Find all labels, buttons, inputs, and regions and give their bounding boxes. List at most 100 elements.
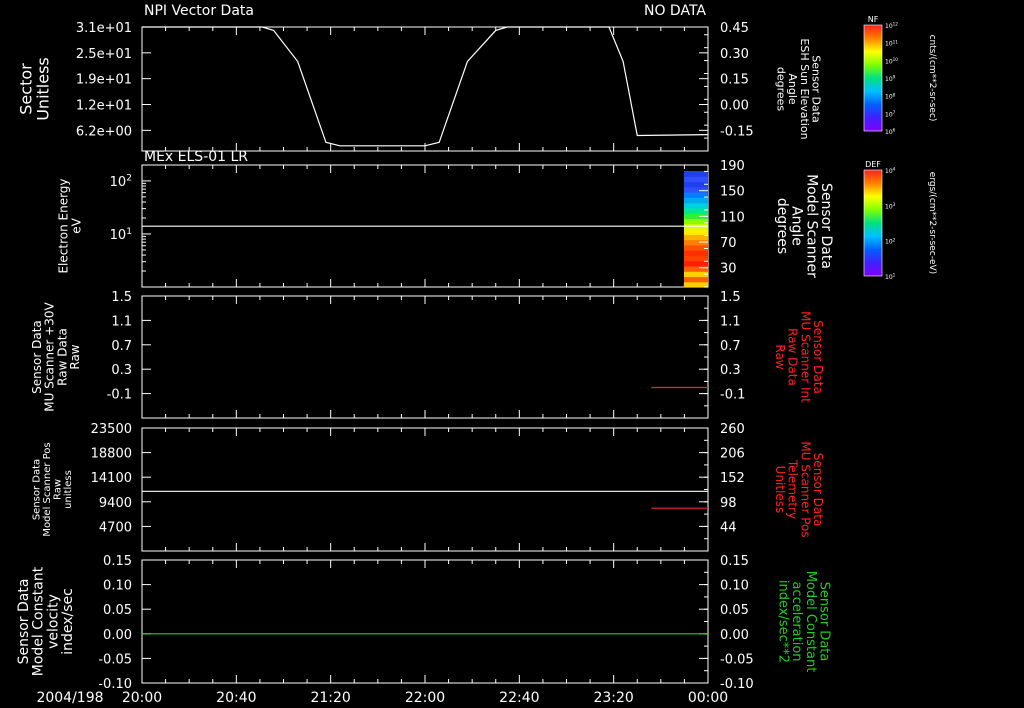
plot-canvas: 3.1e+01 2.5e+01 1.9e+01 1.2e+01 6.2e+00 0.45 0…: [16, 3, 937, 706]
colorbar-title: DEF: [865, 160, 881, 169]
right-tick-label: 152: [720, 471, 745, 486]
left-axis-label: Model Scanner Pos: [42, 442, 53, 536]
right-tick-label: 0.7: [720, 339, 741, 354]
spectrogram-cell: [683, 186, 708, 193]
right-tick-label: 150: [720, 185, 745, 200]
right-tick-label: 190: [720, 159, 745, 174]
right-tick-label: 0.15: [720, 554, 749, 569]
x-date-label: 2004/198: [36, 690, 103, 706]
panel1-status: NO DATA: [644, 3, 706, 19]
left-tick-label: 0.05: [103, 603, 132, 618]
x-tick-label: 00:00: [688, 690, 728, 706]
panel-frame: [141, 427, 709, 552]
x-tick-label: 22:00: [405, 690, 445, 706]
panel2-title: MEx ELS-01 LR: [144, 149, 248, 165]
right-tick-label: 0.3: [720, 363, 741, 378]
spectrogram-cell: [683, 255, 708, 262]
right-tick-label: 0.30: [720, 47, 749, 62]
left-tick-label: 18800: [91, 447, 132, 462]
right-axis-label: Raw: [773, 344, 787, 369]
left-tick-label: 101: [110, 227, 132, 243]
right-tick-label: 1.5: [720, 290, 741, 305]
left-tick-label: 1.9e+01: [76, 73, 132, 88]
panel-4: 23500 18800 14100 9400 4700 260 206 152 98 44 Sens…: [31, 422, 825, 552]
right-tick-label: 206: [720, 447, 745, 462]
panel-frame: [141, 559, 709, 684]
spectrogram-cell: [683, 202, 708, 209]
right-axis-label: Sensor Data: [818, 183, 834, 269]
colorbar-tick-label: 102: [885, 237, 896, 245]
right-axis-label: Model Scanner: [803, 174, 819, 278]
colorbar-unit-label: ergs/(cm**2-sr-sec-eV): [927, 172, 937, 274]
left-tick-label: 1.1: [111, 314, 132, 329]
colorbar-tick-label: 108: [885, 92, 896, 100]
spectrogram-cell: [683, 276, 708, 283]
right-tick-label: 260: [720, 422, 745, 437]
left-tick-label: 102: [110, 174, 132, 190]
panel-2: 1021011901501107030Electron EnergyeV Sens…: [57, 159, 834, 288]
left-axis-label: Model Constant: [31, 566, 47, 676]
spectrogram-cell: [683, 244, 708, 251]
left-tick-label: -0.1: [107, 388, 132, 403]
spectrogram-cell: [683, 250, 708, 256]
colorbar-tick-label: 104: [885, 167, 896, 175]
right-tick-label: 0.00: [720, 99, 749, 114]
left-axis-label: Sensor Data: [16, 579, 32, 665]
colorbar-def: DEF 104 103 102 101 ergs/(cm**2-sr-sec-eV): [863, 160, 937, 281]
right-tick-label: -0.05: [720, 652, 754, 667]
right-tick-label: 0.10: [720, 579, 749, 594]
colorbar-nf: NF 1012 1011 1010 109 108 107 106 cnts/(cm**2-sr…: [863, 15, 937, 136]
right-tick-label: -0.1: [720, 388, 745, 403]
colorbar-rect: [863, 169, 883, 277]
spectrogram-cell: [683, 207, 708, 214]
right-tick-label: -0.15: [720, 124, 754, 139]
spectrogram-cell: [683, 265, 708, 272]
left-tick-label: 23500: [91, 422, 132, 437]
colorbar-tick-label: 1011: [885, 39, 898, 47]
right-tick-label: 70: [720, 236, 737, 251]
colorbar-tick-label: 106: [885, 128, 896, 136]
right-axis-label: Angle: [789, 206, 805, 246]
left-tick-label: 3.1e+01: [76, 21, 132, 36]
right-tick-label: 98: [720, 496, 737, 511]
x-tick-label: 21:20: [310, 690, 350, 706]
x-tick-label: 20:40: [216, 690, 256, 706]
colorbar-tick-label: 103: [885, 202, 896, 210]
right-tick-label: 30: [720, 262, 737, 277]
left-tick-label: 9400: [99, 496, 132, 511]
left-axis-label: velocity: [45, 594, 61, 649]
right-tick-label: 1.1: [720, 314, 741, 329]
colorbar-tick-label: 1010: [885, 57, 898, 65]
panel-3: 1.51.10.70.3-0.11.51.10.70.3-0.1Sensor D…: [30, 290, 825, 419]
data-line: [142, 26, 709, 147]
spectrogram-cell: [683, 176, 708, 183]
right-axis-label: degrees: [775, 67, 788, 112]
panel1-title: NPI Vector Data: [144, 3, 254, 19]
left-axis-label: unitless: [63, 470, 74, 509]
left-axis-label: Raw: [68, 344, 82, 369]
left-axis-label: index/sec: [60, 588, 76, 655]
panel-1: 3.1e+01 2.5e+01 1.9e+01 1.2e+01 6.2e+00 0.45 0…: [17, 21, 822, 152]
left-axis-label: Raw: [52, 479, 63, 500]
x-tick-label: 20:00: [122, 690, 162, 706]
panel-5: 0.150.100.050.00-0.05-0.100.150.100.050.…: [16, 554, 832, 692]
right-tick-label: 44: [720, 520, 737, 535]
left-tick-label: 0.00: [103, 628, 132, 643]
right-tick-label: 0.05: [720, 603, 749, 618]
colorbar-title: NF: [868, 15, 879, 24]
panel-frame: [141, 26, 709, 152]
spectrogram-cell: [683, 197, 708, 204]
panel-frame: [141, 295, 709, 419]
left-tick-label: 1.5: [111, 290, 132, 305]
right-axis-label: index/sec**2: [776, 580, 791, 663]
left-tick-label: 4700: [99, 520, 132, 535]
left-tick-label: 0.7: [111, 339, 132, 354]
x-tick-label: 23:20: [593, 690, 633, 706]
left-tick-label: 14100: [91, 471, 132, 486]
right-axis-label: Unitless: [773, 466, 787, 514]
right-tick-label: 110: [720, 210, 745, 225]
left-tick-label: 0.15: [103, 554, 132, 569]
left-tick-label: 6.2e+00: [76, 124, 132, 139]
colorbar-tick-label: 1012: [885, 22, 898, 30]
left-tick-label: 1.2e+01: [76, 99, 132, 114]
